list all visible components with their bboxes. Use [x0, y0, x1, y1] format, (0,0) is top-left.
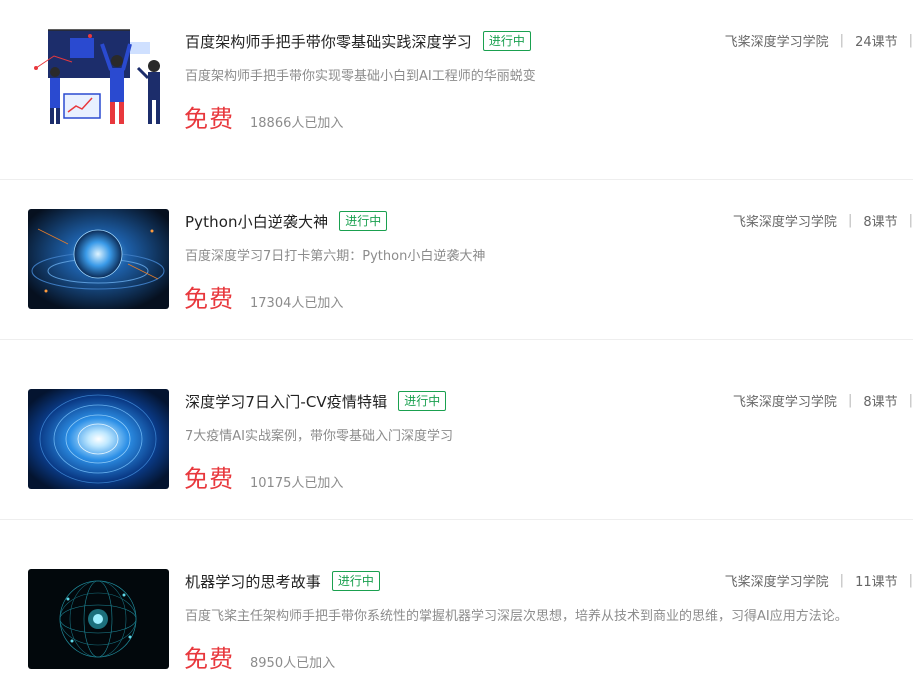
tech-sphere-icon[interactable]	[28, 209, 169, 309]
course-item[interactable]: 百度架构师手把手带你零基础实践深度学习 进行中 百度架构师手把手带你实现零基础小…	[0, 0, 913, 180]
divider: |	[839, 33, 845, 48]
course-title[interactable]: 百度架构师手把手带你零基础实践深度学习	[185, 31, 472, 52]
divider: |	[908, 393, 913, 408]
status-badge: 进行中	[398, 391, 447, 411]
joined-count: 8950人已加入	[250, 656, 336, 671]
joined-count: 18866人已加入	[250, 116, 344, 131]
course-description: 百度深度学习7日打卡第六期：Python小白逆袭大神	[185, 249, 486, 264]
lesson-count: 11课节	[855, 575, 898, 590]
course-price: 免费	[184, 285, 234, 313]
divider: |	[908, 213, 913, 228]
academy-name[interactable]: 飞桨深度学习学院	[725, 31, 829, 50]
course-title[interactable]: 深度学习7日入门-CV疫情特辑	[185, 391, 387, 412]
divider: |	[908, 573, 913, 588]
course-item[interactable]: 深度学习7日入门-CV疫情特辑 进行中 7大疫情AI实战案例，带你零基础入门深度…	[0, 340, 913, 520]
course-title[interactable]: 机器学习的思考故事	[185, 571, 321, 592]
course-description: 百度飞桨主任架构师手把手带你系统性的掌握机器学习深层次思想，培养从技术到商业的思…	[185, 609, 848, 624]
course-title[interactable]: Python小白逆袭大神	[185, 211, 328, 232]
status-badge: 进行中	[331, 571, 380, 591]
academy-name[interactable]: 飞桨深度学习学院	[733, 391, 837, 410]
academy-name[interactable]: 飞桨深度学习学院	[725, 571, 829, 590]
divider: |	[847, 213, 853, 228]
course-price: 免费	[184, 645, 234, 673]
course-price: 免费	[184, 105, 234, 133]
network-globe-icon[interactable]	[28, 569, 169, 669]
status-badge: 进行中	[482, 31, 531, 51]
lesson-count: 8课节	[863, 395, 898, 410]
divider: |	[847, 393, 853, 408]
course-item[interactable]: Python小白逆袭大神 进行中 百度深度学习7日打卡第六期：Python小白逆…	[0, 160, 913, 340]
status-badge: 进行中	[339, 211, 388, 231]
course-price: 免费	[184, 465, 234, 493]
joined-count: 10175人已加入	[250, 476, 344, 491]
illustration-people-icon[interactable]	[30, 28, 171, 128]
blue-tunnel-icon[interactable]	[28, 389, 169, 489]
lesson-count: 8课节	[863, 215, 898, 230]
joined-count: 17304人已加入	[250, 296, 344, 311]
divider: |	[839, 573, 845, 588]
course-description: 7大疫情AI实战案例，带你零基础入门深度学习	[185, 429, 453, 444]
course-description: 百度架构师手把手带你实现零基础小白到AI工程师的华丽蜕变	[185, 69, 536, 84]
divider: |	[908, 33, 913, 48]
academy-name[interactable]: 飞桨深度学习学院	[733, 211, 837, 230]
course-item[interactable]: 机器学习的思考故事 进行中 百度飞桨主任架构师手把手带你系统性的掌握机器学习深层…	[0, 520, 913, 692]
lesson-count: 24课节	[855, 35, 898, 50]
